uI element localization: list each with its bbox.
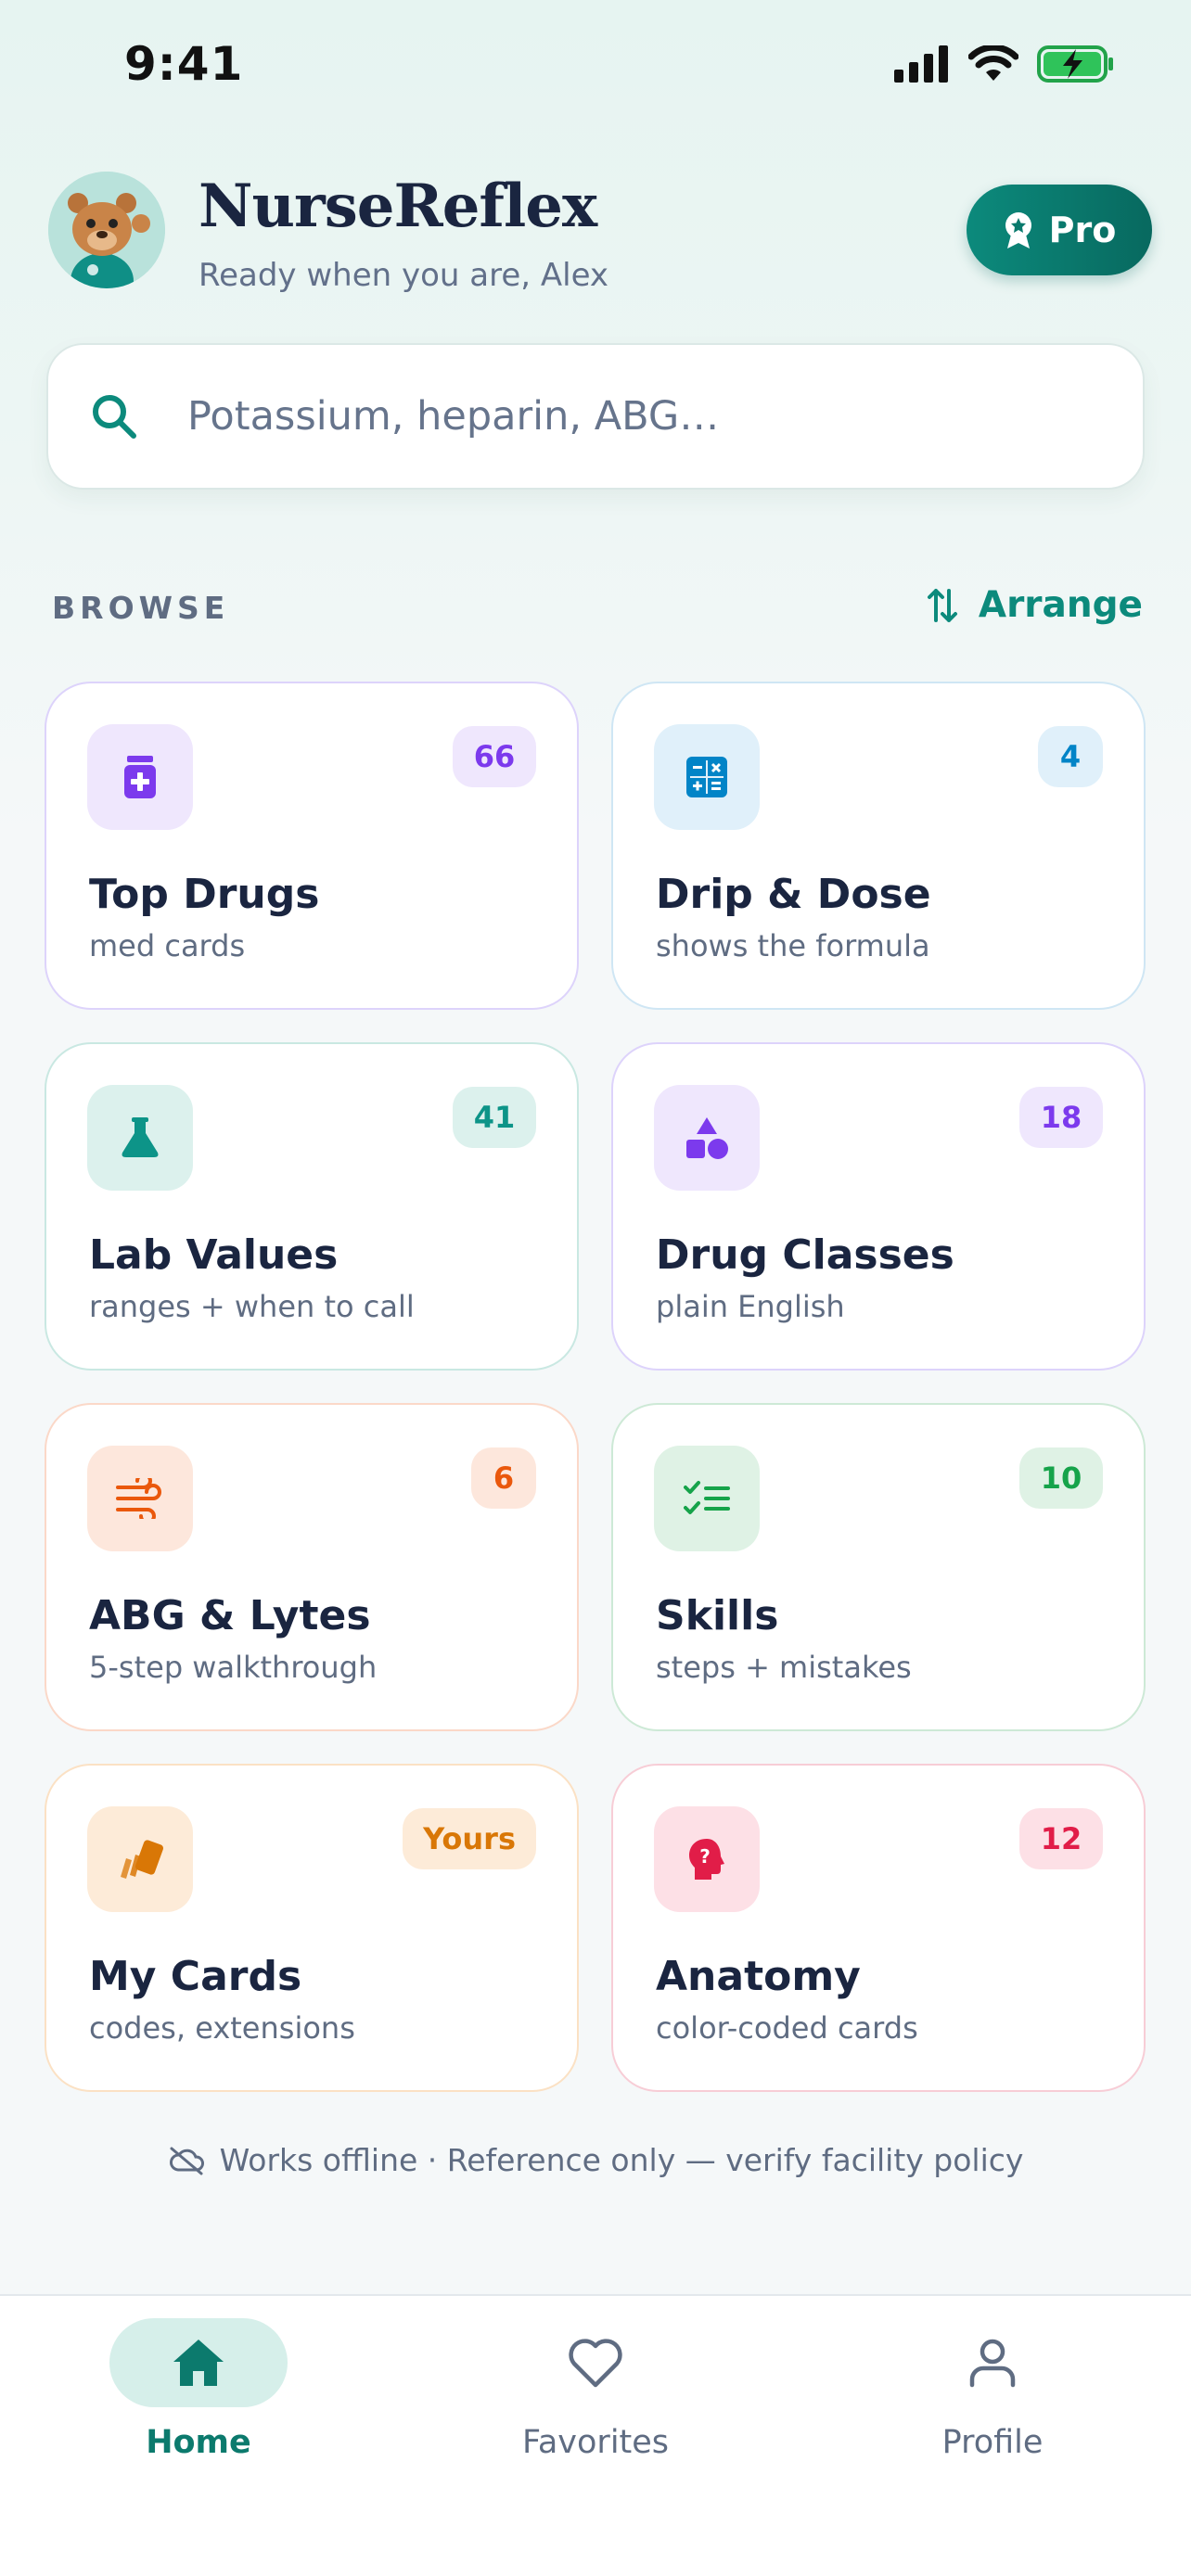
tab-profile-highlight xyxy=(903,2318,1082,2407)
arrange-label: Arrange xyxy=(978,584,1143,626)
category-card-skills[interactable]: 10 Skills steps + mistakes xyxy=(611,1403,1146,1731)
category-card-drug-classes[interactable]: 18 Drug Classes plain English xyxy=(611,1042,1146,1371)
home-icon xyxy=(173,2340,224,2386)
user-icon xyxy=(969,2339,1016,2388)
category-card-lab-values[interactable]: 41 Lab Values ranges + when to call xyxy=(45,1042,579,1371)
card-title: ABG & Lytes xyxy=(89,1592,371,1639)
card-title: Top Drugs xyxy=(89,871,320,918)
card-subtitle: steps + mistakes xyxy=(656,1650,912,1685)
card-subtitle: plain English xyxy=(656,1289,845,1324)
category-card-top-drugs[interactable]: 66 Top Drugs med cards xyxy=(45,682,579,1010)
tab-favorites-label: Favorites xyxy=(521,2424,670,2461)
wind-icon xyxy=(87,1446,193,1551)
category-card-drip-dose[interactable]: 4 Drip & Dose shows the formula xyxy=(611,682,1146,1010)
card-title: Anatomy xyxy=(656,1953,861,2000)
pro-label: Pro xyxy=(1048,210,1117,250)
tab-home-highlight xyxy=(109,2318,288,2407)
cards-icon xyxy=(87,1806,193,1912)
checklist-icon xyxy=(654,1446,760,1551)
tab-home-label: Home xyxy=(146,2424,251,2461)
status-bar: 9:41 xyxy=(0,0,1191,139)
arrange-button[interactable]: Arrange xyxy=(927,584,1143,626)
category-card-anatomy[interactable]: ? 12 Anatomy color-coded cards xyxy=(611,1764,1146,2092)
award-ribbon-icon xyxy=(1005,212,1031,249)
count-badge: 41 xyxy=(453,1087,536,1148)
shapes-icon xyxy=(654,1085,760,1191)
yours-badge: Yours xyxy=(403,1808,536,1869)
offline-note: Works offline · Reference only — verify … xyxy=(0,2142,1191,2178)
card-title: My Cards xyxy=(89,1953,302,2000)
count-badge: 6 xyxy=(471,1447,536,1509)
svg-text:?: ? xyxy=(699,1845,711,1868)
head-icon: ? xyxy=(654,1806,760,1912)
card-subtitle: med cards xyxy=(89,928,246,963)
app-name: NurseReflex xyxy=(198,172,597,241)
sort-arrows-icon xyxy=(927,588,957,622)
battery-charging-icon xyxy=(1037,45,1113,83)
mascot-avatar[interactable] xyxy=(48,172,165,288)
pill-bottle-icon xyxy=(87,724,193,830)
browse-label: BROWSE xyxy=(52,590,230,626)
flask-icon xyxy=(87,1085,193,1191)
bottom-tab-bar: Home Favorites Profile xyxy=(0,2294,1191,2576)
search-input[interactable] xyxy=(187,345,1096,488)
cloud-off-icon xyxy=(169,2147,204,2174)
pro-button[interactable]: Pro xyxy=(967,185,1152,275)
card-subtitle: codes, extensions xyxy=(89,2010,355,2046)
offline-note-text: Works offline · Reference only — verify … xyxy=(219,2142,1024,2178)
count-badge: 10 xyxy=(1019,1447,1103,1509)
card-subtitle: shows the formula xyxy=(656,928,930,963)
count-badge: 12 xyxy=(1019,1808,1103,1869)
tab-favorites[interactable]: Favorites xyxy=(456,2318,735,2504)
card-title: Lab Values xyxy=(89,1231,339,1279)
card-title: Drug Classes xyxy=(656,1231,954,1279)
tab-profile-label: Profile xyxy=(941,2424,1044,2461)
status-icons xyxy=(894,45,1115,83)
card-subtitle: ranges + when to call xyxy=(89,1289,415,1324)
count-badge: 66 xyxy=(453,726,536,787)
heart-icon xyxy=(569,2339,622,2388)
wifi-icon xyxy=(968,45,1018,81)
tab-profile[interactable]: Profile xyxy=(853,2318,1132,2504)
greeting-subtitle: Ready when you are, Alex xyxy=(198,257,609,294)
app-header: NurseReflex Ready when you are, Alex Pro xyxy=(48,172,1152,294)
search-bar[interactable] xyxy=(46,343,1145,490)
tab-favorites-highlight xyxy=(506,2318,685,2407)
category-card-my-cards[interactable]: Yours My Cards codes, extensions xyxy=(45,1764,579,2092)
search-icon xyxy=(93,395,136,439)
card-subtitle: 5-step walkthrough xyxy=(89,1650,378,1685)
tab-home[interactable]: Home xyxy=(59,2318,338,2504)
status-time: 9:41 xyxy=(124,37,244,91)
card-subtitle: color-coded cards xyxy=(656,2010,918,2046)
count-badge: 4 xyxy=(1038,726,1103,787)
category-card-abg-lytes[interactable]: 6 ABG & Lytes 5-step walkthrough xyxy=(45,1403,579,1731)
cellular-signal-icon xyxy=(894,45,948,83)
card-title: Drip & Dose xyxy=(656,871,931,918)
card-title: Skills xyxy=(656,1592,779,1639)
count-badge: 18 xyxy=(1019,1087,1103,1148)
calculator-icon xyxy=(654,724,760,830)
browse-header: BROWSE Arrange xyxy=(52,584,1143,631)
